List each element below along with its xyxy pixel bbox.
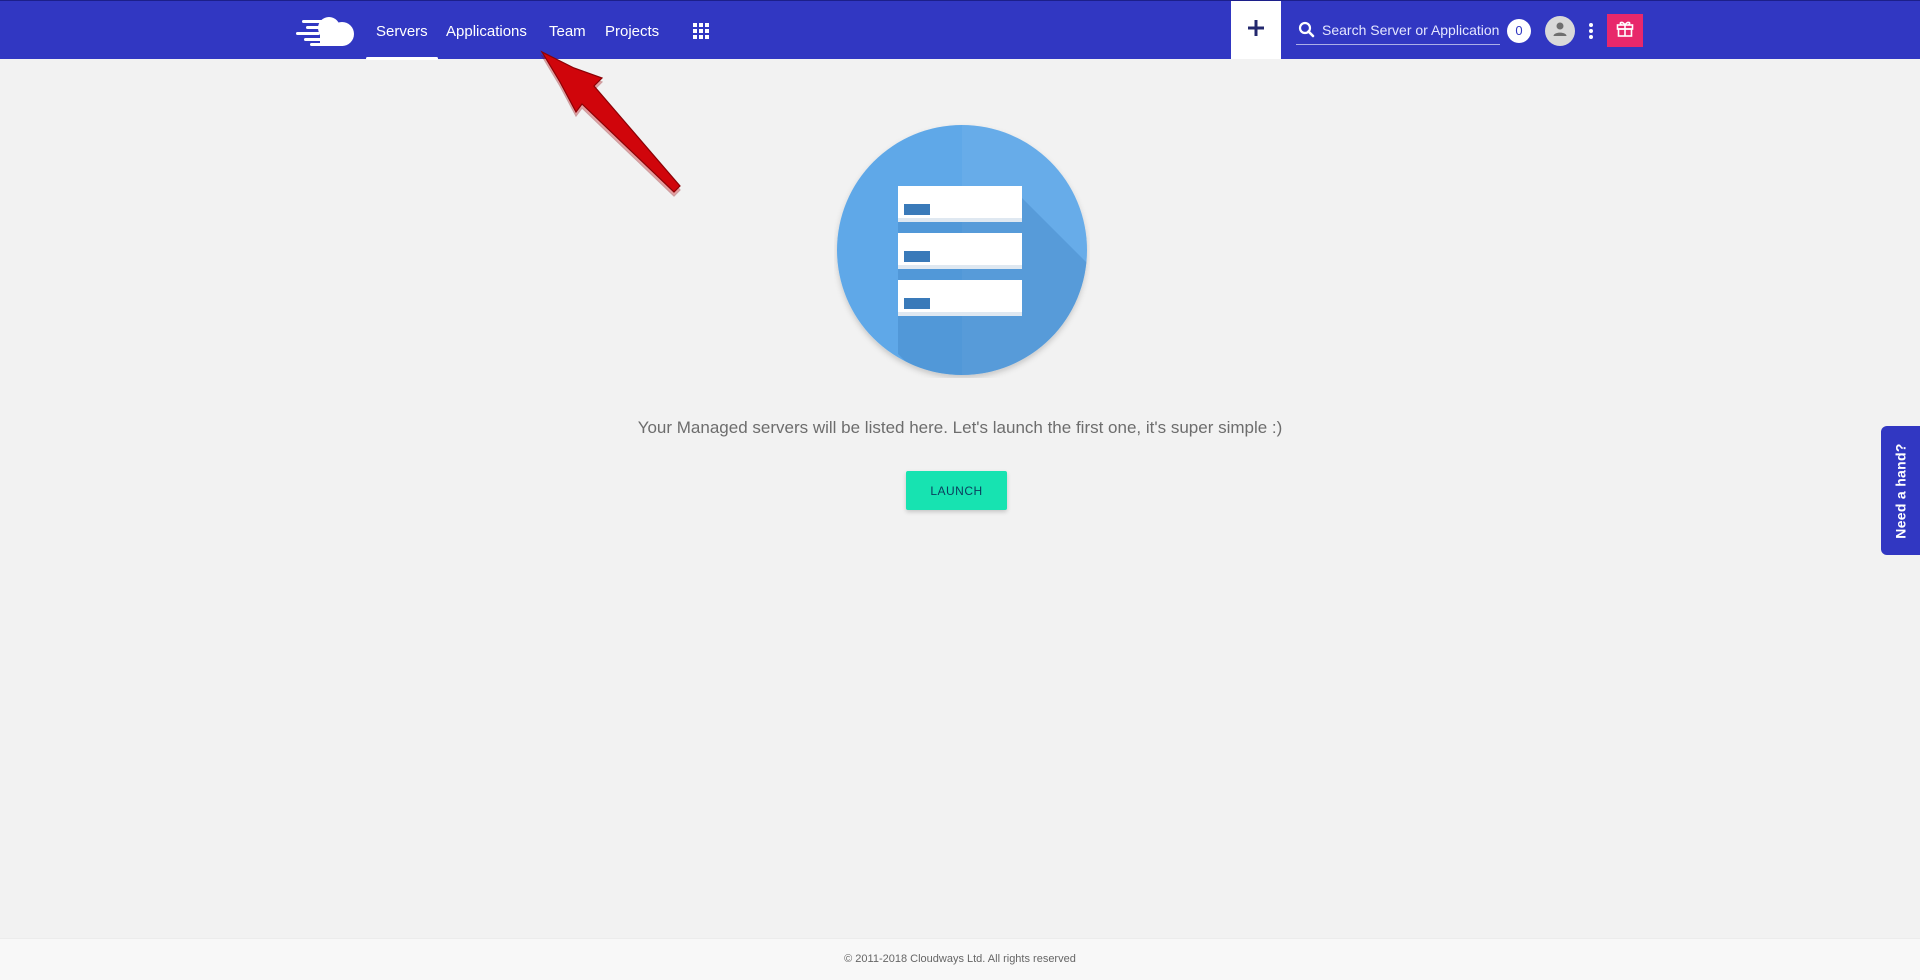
nav-servers[interactable]: Servers — [366, 1, 438, 60]
search-icon — [1298, 21, 1315, 38]
server-stack-illustration-icon — [834, 122, 1090, 378]
gift-icon — [1615, 18, 1635, 43]
notification-count-badge[interactable]: 0 — [1507, 19, 1531, 43]
nav-projects[interactable]: Projects — [605, 1, 659, 59]
copyright-text: © 2011-2018 Cloudways Ltd. All rights re… — [844, 953, 1076, 965]
search-box — [1296, 16, 1502, 45]
apps-grid-icon[interactable] — [692, 22, 710, 40]
need-a-hand-label: Need a hand? — [1892, 442, 1909, 539]
plus-icon — [1247, 19, 1265, 42]
nav-team[interactable]: Team — [549, 1, 586, 59]
gift-button[interactable] — [1607, 14, 1643, 47]
user-icon — [1552, 21, 1568, 42]
add-button[interactable] — [1231, 1, 1281, 59]
launch-button[interactable]: LAUNCH — [906, 471, 1007, 510]
footer: © 2011-2018 Cloudways Ltd. All rights re… — [0, 938, 1920, 980]
empty-state-message: Your Managed servers will be listed here… — [637, 418, 1283, 437]
need-a-hand-tab[interactable]: Need a hand? — [1881, 426, 1920, 555]
annotation-arrow-icon — [540, 50, 681, 197]
more-options-kebab-icon[interactable] — [1586, 21, 1596, 41]
nav-applications[interactable]: Applications — [446, 1, 527, 59]
cloudways-logo-icon[interactable] — [296, 14, 358, 48]
search-input[interactable] — [1320, 18, 1502, 42]
user-avatar[interactable] — [1545, 16, 1575, 46]
top-navbar: Servers Applications Team Projects 0 — [0, 0, 1920, 60]
